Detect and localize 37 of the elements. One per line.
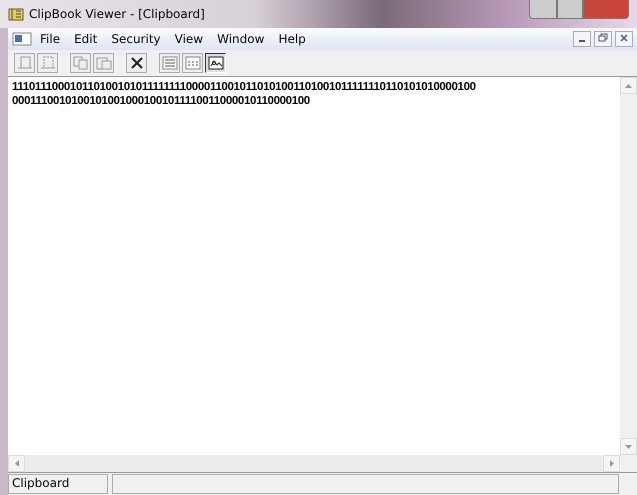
left-arrow-icon[interactable] [14, 460, 18, 467]
delete-icon [128, 56, 144, 70]
app-icon [8, 7, 24, 21]
toolbar-button[interactable] [159, 53, 180, 73]
restore-icon [598, 33, 608, 42]
close-icon [620, 34, 628, 42]
minimize-icon [579, 40, 585, 42]
maximize-button[interactable] [557, 0, 583, 19]
menu-item[interactable]: Window [211, 30, 270, 48]
vertical-scrollbar[interactable] [620, 77, 637, 455]
close-button[interactable] [615, 31, 633, 47]
horizontal-scrollbar[interactable] [8, 455, 620, 472]
picture-page-icon [208, 56, 224, 70]
document-icon[interactable] [12, 32, 32, 46]
menu-item[interactable]: Edit [68, 30, 104, 48]
minimize-button[interactable] [573, 31, 591, 47]
restore-button[interactable] [594, 31, 612, 47]
right-arrow-icon[interactable] [610, 460, 614, 467]
menu-item[interactable]: Security [105, 30, 167, 48]
window-title: ClipBook Viewer - [Clipboard] [29, 7, 205, 21]
menu-item[interactable]: File [34, 30, 66, 48]
copy-icon [72, 56, 88, 70]
page-icon [40, 56, 56, 70]
clipboard-text: 1110111000101101001010111111110000110010110101001101001011111110110101010000100 00011100101001010010001001011110011000010110000100 [11, 80, 477, 109]
up-arrow-icon[interactable] [625, 84, 632, 88]
toolbar-button[interactable] [126, 53, 147, 73]
thumbnails-icon [184, 56, 200, 70]
menu-item[interactable]: Help [272, 30, 312, 48]
minimize-button[interactable] [529, 0, 557, 19]
down-arrow-icon[interactable] [625, 444, 632, 448]
status-text: Clipboard [8, 474, 108, 494]
menu-item[interactable]: View [168, 30, 210, 48]
page-icon [16, 56, 32, 70]
list-icon [162, 56, 178, 70]
toolbar-button[interactable] [182, 53, 203, 73]
toolbar-button[interactable] [205, 53, 226, 73]
paste-icon [96, 56, 112, 70]
